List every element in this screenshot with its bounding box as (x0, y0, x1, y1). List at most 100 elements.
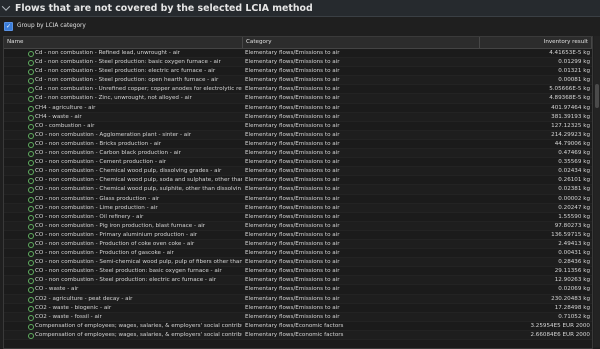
row-category-cell: Elementary flows/Emissions to air (245, 195, 340, 202)
row-inventory-result-cell: 381.39193 kg (551, 113, 590, 120)
table-row[interactable]: Cd - non combustion - Zinc, unwrought, n… (4, 94, 592, 104)
chevron-down-icon[interactable] (1, 2, 11, 11)
row-category-cell: Elementary flows/Emissions to air (245, 213, 340, 220)
row-category-cell: Elementary flows/Emissions to air (245, 231, 340, 238)
flow-leaf-icon (28, 223, 34, 230)
table-row[interactable]: CO - non combustion - Bricks production … (4, 140, 592, 150)
row-category-cell: Elementary flows/Emissions to air (245, 304, 340, 311)
row-category-cell: Elementary flows/Emissions to air (245, 113, 340, 120)
flow-name: CO - non combustion - Chemical wood pulp… (35, 177, 242, 184)
flow-leaf-icon (28, 187, 34, 194)
table-row[interactable]: Cd - non combustion - Steel production: … (4, 67, 592, 77)
flow-name: CO - non combustion - Lime production - … (35, 204, 158, 211)
group-by-lcia-checkbox[interactable]: ✓ (4, 21, 13, 31)
table-row[interactable]: CH4 - waste - air Elementary flows/Emissi… (4, 112, 592, 122)
row-inventory-result-cell: 4.41653E-5 kg (549, 50, 590, 56)
row-category-cell: Elementary flows/Economic factors (245, 331, 344, 338)
row-name-cell: CO - non combustion - Steel production: … (4, 276, 242, 285)
flow-leaf-icon (28, 251, 34, 258)
flow-name: CO - non combustion - Chemical wood pulp… (35, 186, 242, 193)
row-inventory-result-cell: 230.20483 kg (551, 295, 590, 302)
table-row[interactable]: CO - non combustion - Semi-chemical wood… (4, 258, 592, 268)
flow-leaf-icon (28, 96, 34, 103)
vertical-scrollbar[interactable] (594, 36, 600, 347)
row-inventory-result-cell: 17.28498 kg (554, 304, 590, 311)
row-inventory-result-cell: 1.55590 kg (558, 213, 590, 220)
table-row[interactable]: CO - non combustion - Lime production - … (4, 203, 592, 213)
table-row[interactable]: Cd - non combustion - Steel production: … (4, 58, 592, 68)
flow-leaf-icon (28, 260, 34, 267)
row-name-cell: Cd - non combustion - Zinc, unwrought, n… (4, 94, 242, 103)
row-inventory-result-cell: 0.00081 kg (558, 77, 590, 84)
table-row[interactable]: CO - non combustion - Chemical wood pulp… (4, 185, 592, 195)
table-row[interactable]: CO - waste - air Elementary flows/Emissio… (4, 285, 592, 295)
row-category-cell: Elementary flows/Emissions to air (245, 250, 340, 257)
table-row[interactable]: CO - non combustion - Chemical wood pulp… (4, 167, 592, 177)
table-row[interactable]: CO - non combustion - Primary aluminium … (4, 231, 592, 240)
row-category-cell: Elementary flows/Emissions to air (245, 240, 340, 247)
flow-name: CO - non combustion - Carbon black produ… (35, 150, 181, 157)
table-row[interactable]: CO - non combustion - Chemical wood pulp… (4, 176, 592, 186)
column-header-inventory-result[interactable]: Inventory result (480, 37, 592, 48)
flow-name: CO - non combustion - Pig iron productio… (35, 222, 206, 229)
row-inventory-result-cell: 0.26101 kg (558, 177, 590, 184)
scrollbar-thumb[interactable] (595, 84, 599, 108)
table-row[interactable]: CO - non combustion - Glass production -… (4, 195, 592, 204)
table-row[interactable]: Cd - non combustion - Unrefined copper; … (4, 85, 592, 95)
column-header-category[interactable]: Category (243, 37, 480, 48)
row-inventory-result-cell: 97.80273 kg (554, 222, 590, 229)
row-inventory-result-cell: 2.49413 kg (558, 240, 590, 247)
table-body: Cd - non combustion - Refined lead, unwr… (4, 49, 592, 340)
table-row[interactable]: Compensation of employees; wages, salari… (4, 330, 592, 340)
table-row[interactable]: CO - non combustion - Agglomeration plan… (4, 130, 592, 140)
table-row[interactable]: CH4 - agriculture - air Elementary flows/… (4, 104, 592, 113)
row-name-cell: CO - waste - air (4, 285, 242, 294)
flow-leaf-icon (28, 332, 34, 339)
table-row[interactable]: CO2 - waste - fossil - air Elementary flo… (4, 312, 592, 322)
table-row[interactable]: CO2 - agriculture - peat decay - air Elem… (4, 294, 592, 304)
row-inventory-result-cell: 127.12325 kg (551, 122, 590, 129)
table-row[interactable]: CO - non combustion - Pig iron productio… (4, 221, 592, 231)
row-category-cell: Elementary flows/Emissions to air (245, 277, 340, 284)
table-row[interactable]: CO - non combustion - Cement production … (4, 158, 592, 168)
flow-name: CO2 - waste - fossil - air (35, 313, 102, 320)
section-header[interactable]: Flows that are not covered by the select… (0, 0, 600, 17)
table-row[interactable]: Cd - non combustion - Refined lead, unwr… (4, 49, 592, 59)
section-title: Flows that are not covered by the select… (15, 2, 313, 14)
row-inventory-result-cell: 0.35569 kg (558, 159, 590, 166)
flow-name: CO2 - agriculture - peat decay - air (35, 295, 133, 302)
row-category-cell: Elementary flows/Emissions to air (245, 150, 340, 157)
column-header-name[interactable]: Name (4, 37, 243, 48)
row-inventory-result-cell: 44.79006 kg (554, 140, 590, 147)
row-name-cell: Cd - non combustion - Steel production: … (4, 76, 242, 85)
row-inventory-result-cell: 0.01321 kg (558, 68, 590, 75)
table-row[interactable]: CO - non combustion - Production of gasc… (4, 249, 592, 259)
table-row[interactable]: CO - combustion - air Elementary flows/Em… (4, 122, 592, 131)
row-inventory-result-cell: 0.47469 kg (558, 150, 590, 157)
group-by-lcia-label[interactable]: Group by LCIA category (17, 23, 86, 29)
row-name-cell: CO - non combustion - Chemical wood pulp… (4, 176, 242, 185)
flow-leaf-icon (28, 123, 34, 130)
row-inventory-result-cell: 214.29923 kg (551, 131, 590, 138)
table-row[interactable]: CO - non combustion - Steel production: … (4, 267, 592, 277)
table-row[interactable]: CO - non combustion - Steel production: … (4, 276, 592, 286)
flows-table: Name Category Inventory result Cd - non … (3, 36, 593, 349)
table-row[interactable]: Compensation of employees; wages, salari… (4, 322, 592, 331)
table-row[interactable]: Cd - non combustion - Steel production: … (4, 76, 592, 86)
row-category-cell: Elementary flows/Emissions to air (245, 77, 340, 84)
flow-leaf-icon (28, 151, 34, 158)
row-name-cell: Compensation of employees; wages, salari… (4, 331, 242, 339)
row-category-cell: Elementary flows/Emissions to air (245, 204, 340, 211)
row-name-cell: Compensation of employees; wages, salari… (4, 322, 242, 330)
row-inventory-result-cell: 5.05666E-5 kg (549, 86, 590, 93)
table-row[interactable]: CO - non combustion - Carbon black produ… (4, 149, 592, 159)
row-name-cell: CO2 - agriculture - peat decay - air (4, 295, 242, 303)
table-row[interactable]: CO - non combustion - Production of coke… (4, 239, 592, 250)
row-inventory-result-cell: 4.89368E-5 kg (549, 95, 590, 102)
flow-leaf-icon (28, 278, 34, 285)
flow-leaf-icon (28, 269, 34, 276)
table-row[interactable]: CO2 - waste - biogenic - air Elementary f… (4, 304, 592, 313)
row-name-cell: CO - non combustion - Production of coke… (4, 240, 242, 248)
table-row[interactable]: CO - non combustion - Oil refinery - air… (4, 213, 592, 222)
flow-name: CO - non combustion - Agglomeration plan… (35, 131, 192, 138)
